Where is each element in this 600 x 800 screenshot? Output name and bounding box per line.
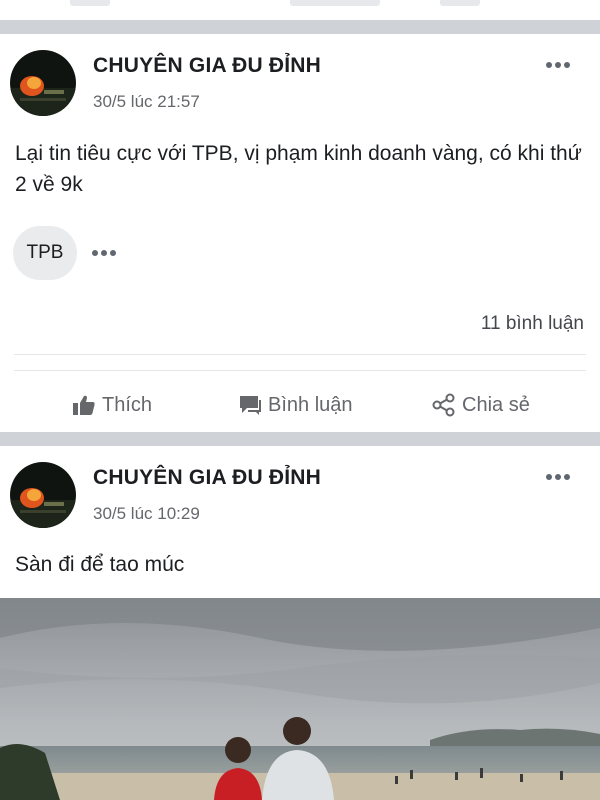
tag-more-icon[interactable] [92, 244, 122, 256]
comment-button[interactable]: Bình luận [238, 390, 353, 420]
avatar[interactable] [10, 50, 76, 116]
more-icon[interactable] [546, 468, 576, 484]
previous-action-fragment [440, 0, 480, 6]
previous-action-fragment [290, 0, 380, 6]
post-photo[interactable] [0, 598, 600, 800]
like-label: Thích [102, 393, 153, 416]
previous-post-bottom [0, 0, 600, 20]
divider [14, 354, 586, 355]
post-text: Sàn đi để tao múc [15, 553, 185, 576]
feed-post: CHUYÊN GIA ĐU ĐỈNH 30/5 lúc 21:57 Lại ti… [0, 34, 600, 432]
stock-tag[interactable]: TPB [13, 226, 77, 280]
more-icon[interactable] [546, 56, 576, 72]
feed-separator [0, 20, 600, 34]
share-icon [432, 393, 455, 417]
comment-icon [240, 396, 261, 415]
avatar[interactable] [10, 462, 76, 528]
like-button[interactable]: Thích [72, 390, 152, 420]
share-label: Chia sẻ [462, 393, 530, 416]
comment-count[interactable]: 11 bình luận [481, 313, 584, 335]
post-author[interactable]: CHUYÊN GIA ĐU ĐỈNH [93, 54, 321, 78]
share-button[interactable]: Chia sẻ [432, 390, 530, 420]
post-text: Lại tin tiêu cực với TPB, vị phạm kinh d… [15, 142, 582, 196]
previous-action-fragment [70, 0, 110, 6]
feed-separator [0, 432, 600, 446]
like-icon [73, 395, 95, 415]
feed-post: CHUYÊN GIA ĐU ĐỈNH 30/5 lúc 10:29 Sàn đi… [0, 446, 600, 800]
post-timestamp[interactable]: 30/5 lúc 10:29 [93, 504, 200, 524]
divider [14, 370, 586, 371]
post-author[interactable]: CHUYÊN GIA ĐU ĐỈNH [93, 466, 321, 490]
comment-label: Bình luận [268, 393, 353, 416]
post-timestamp[interactable]: 30/5 lúc 21:57 [93, 92, 200, 112]
